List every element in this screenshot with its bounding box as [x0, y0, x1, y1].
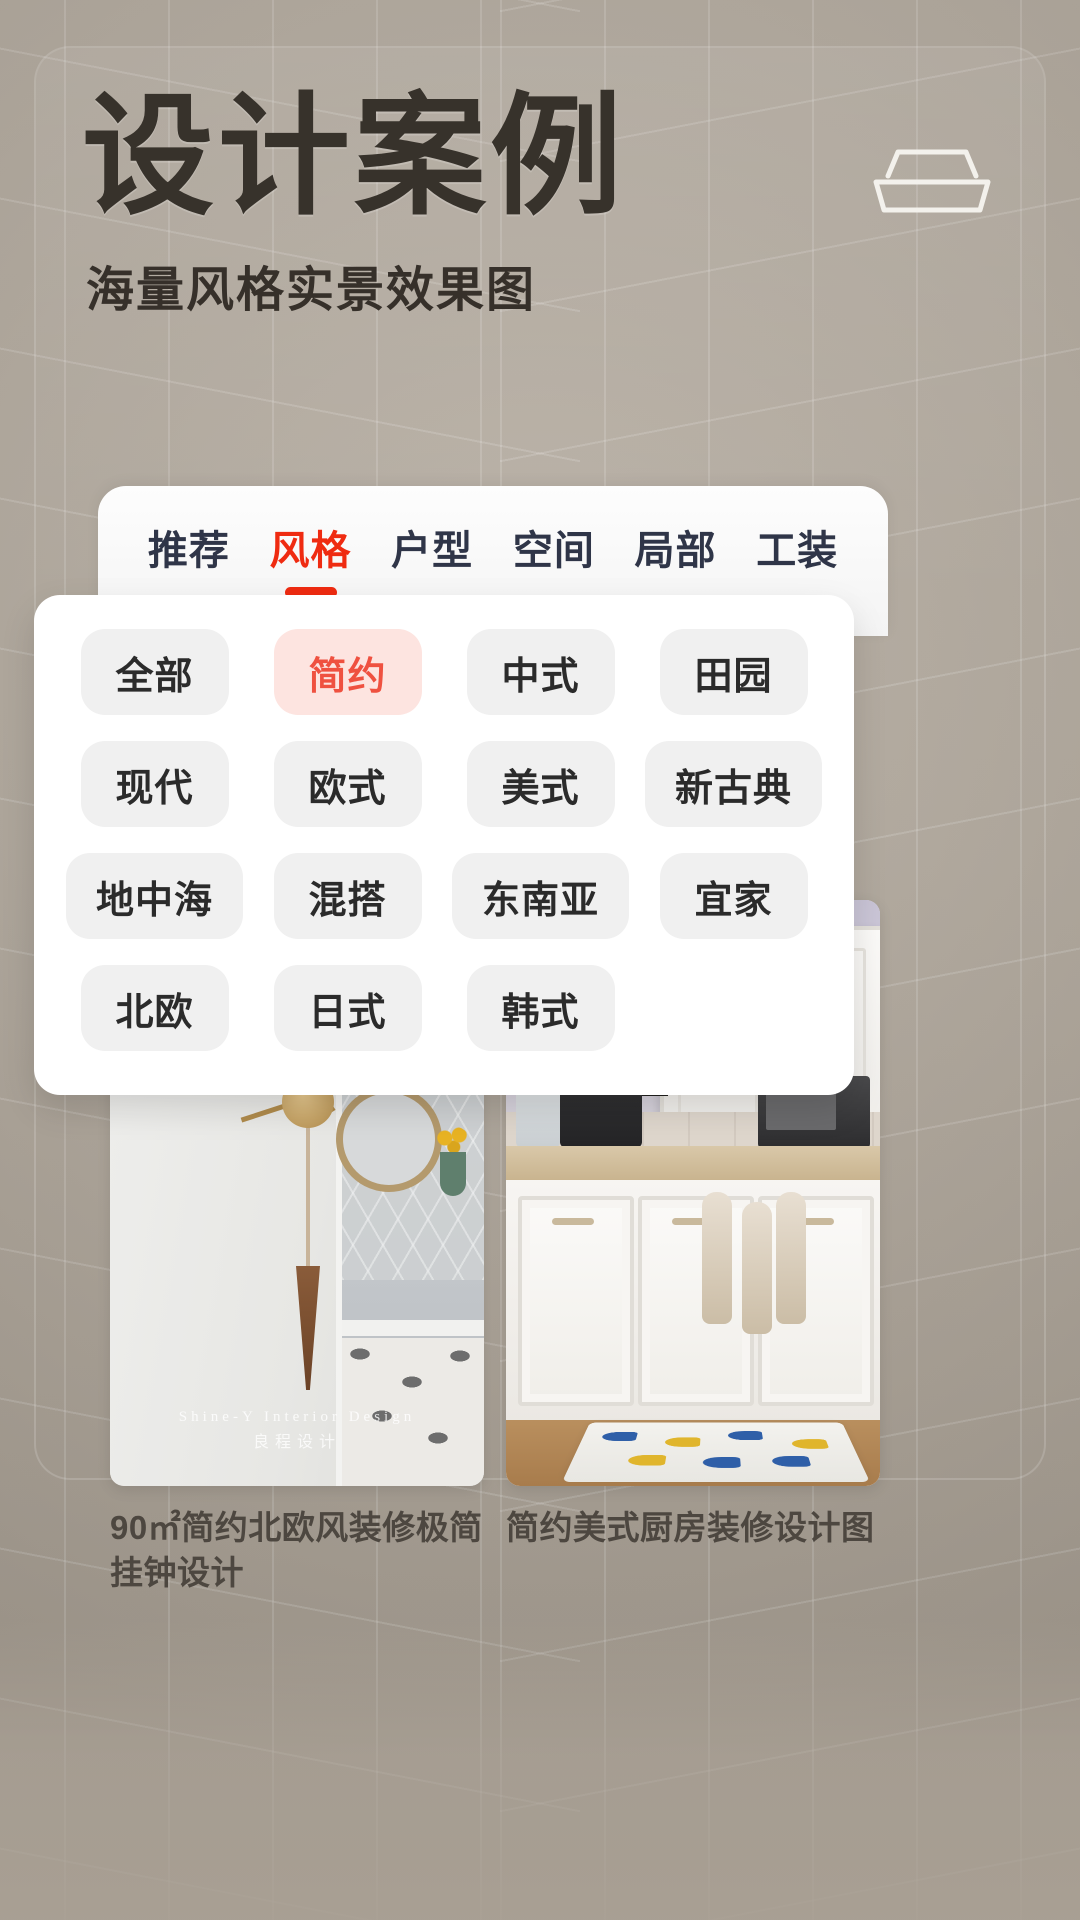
tab-style[interactable]: 风格	[250, 504, 372, 598]
style-chip-neoclassical[interactable]: 新古典	[645, 741, 823, 827]
style-chip-chinese[interactable]: 中式	[466, 629, 615, 715]
style-chip-pastoral[interactable]: 田园	[659, 629, 808, 715]
style-chip-japanese[interactable]: 日式	[273, 965, 422, 1051]
style-chip-all[interactable]: 全部	[80, 629, 229, 715]
tab-bar: 推荐 风格 户型 空间 局部 工装	[98, 504, 888, 598]
style-chip-minimal[interactable]: 简约	[273, 629, 422, 715]
tab-recommend[interactable]: 推荐	[128, 504, 250, 576]
result-caption: 90㎡简约北欧风装修极简挂钟设计	[110, 1509, 483, 1591]
style-chip-ikea[interactable]: 宜家	[659, 853, 808, 939]
style-chip-mixed[interactable]: 混搭	[273, 853, 422, 939]
tab-label: 推荐	[147, 529, 230, 573]
style-filter-panel: 全部 简约 中式 田园 现代 欧式 美式 新古典 地中海 混搭 东南亚 宜家 北…	[34, 595, 854, 1095]
style-chip-american[interactable]: 美式	[466, 741, 615, 827]
style-chip-mediterranean[interactable]: 地中海	[66, 853, 244, 939]
photo-watermark-en: Shine-Y Interior Design	[178, 1409, 416, 1425]
photo-watermark-cn: 良程设计	[252, 1434, 341, 1451]
page-subtitle: 海量风格实景效果图	[86, 264, 537, 317]
tab-label: 风格	[269, 529, 352, 573]
style-chip-nordic[interactable]: 北欧	[80, 965, 229, 1051]
tab-commercial[interactable]: 工装	[736, 504, 858, 576]
style-chip-southeast-asian[interactable]: 东南亚	[452, 853, 630, 939]
style-chip-european[interactable]: 欧式	[273, 741, 422, 827]
result-caption: 简约美式厨房装修设计图	[506, 1509, 875, 1546]
style-chip-korean[interactable]: 韩式	[466, 965, 615, 1051]
style-chip-grid: 全部 简约 中式 田园 现代 欧式 美式 新古典 地中海 混搭 东南亚 宜家 北…	[66, 629, 823, 1051]
tab-label: 空间	[512, 529, 595, 573]
style-chip-modern[interactable]: 现代	[80, 741, 229, 827]
tab-layout[interactable]: 户型	[371, 504, 493, 576]
sofa-outline-icon	[872, 148, 992, 238]
tab-space[interactable]: 空间	[493, 504, 615, 576]
tab-label: 工装	[756, 529, 839, 573]
page-title: 设计案例	[82, 83, 626, 230]
tab-label: 局部	[634, 529, 717, 573]
tab-partial[interactable]: 局部	[615, 504, 737, 576]
tab-label: 户型	[391, 529, 474, 573]
